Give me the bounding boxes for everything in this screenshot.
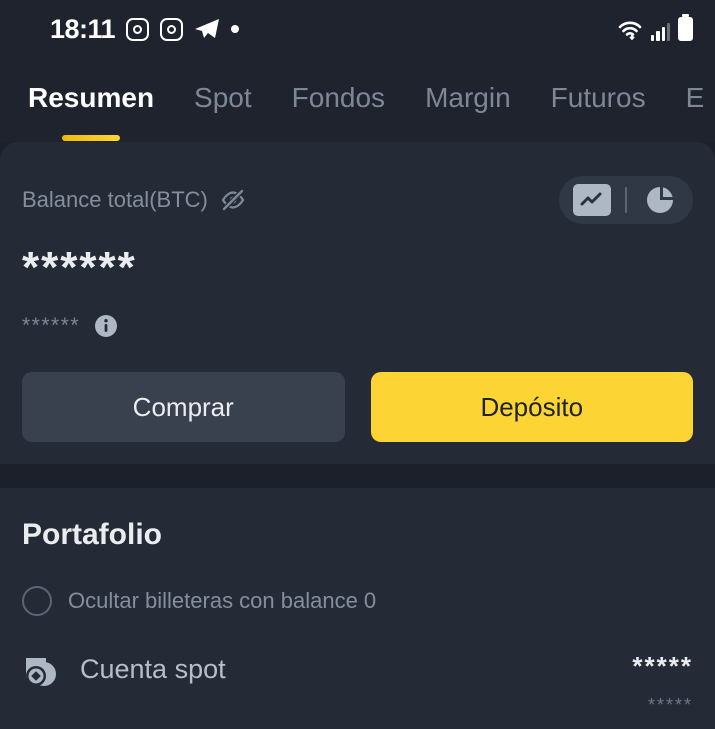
status-bar-clock: 18:11: [50, 13, 116, 44]
account-tab-bar[interactable]: Resumen Spot Fondos Margin Futuros E: [0, 58, 715, 142]
tab-earn-truncated[interactable]: E: [686, 82, 705, 118]
hide-zero-balance-label: Ocultar billeteras con balance 0: [68, 588, 377, 613]
status-bar: 18:11: [0, 0, 715, 58]
hide-zero-balance-checkbox[interactable]: [22, 586, 52, 616]
chart-view-toggle[interactable]: [559, 176, 693, 224]
notification-dot-icon: [231, 25, 240, 33]
hide-zero-balance-row[interactable]: Ocultar billeteras con balance 0: [22, 586, 693, 616]
info-icon[interactable]: [94, 314, 118, 338]
active-tab-indicator: [62, 135, 121, 141]
wallet-value-masked: *****: [632, 651, 693, 681]
total-balance-card: Balance total(BTC) ****** ****** Comprar…: [0, 142, 715, 464]
section-divider: [0, 464, 715, 488]
balance-label: Balance total(BTC): [22, 187, 208, 212]
wallet-value-sub-masked: *****: [647, 694, 693, 715]
portfolio-title: Portafolio: [22, 518, 162, 551]
pie-chart-icon[interactable]: [641, 184, 679, 216]
tab-label: Fondos: [291, 82, 386, 113]
balance-fiat-row: ******: [22, 314, 693, 338]
battery-icon: [678, 14, 693, 41]
tab-resumen[interactable]: Resumen: [28, 82, 155, 141]
eye-off-icon[interactable]: [220, 187, 246, 213]
tab-fondos[interactable]: Fondos: [292, 82, 385, 118]
tab-spot[interactable]: Spot: [194, 82, 252, 118]
tab-futuros[interactable]: Futuros: [551, 82, 646, 118]
wallet-name: Cuenta spot: [80, 654, 226, 684]
tab-label: E: [685, 82, 705, 113]
balance-header-row: Balance total(BTC): [22, 176, 693, 224]
spot-account-icon: [22, 654, 60, 692]
balance-fiat-masked: ******: [22, 314, 81, 337]
line-chart-icon[interactable]: [573, 184, 611, 216]
telegram-icon: [194, 18, 220, 40]
wallet-values: ***** *****: [632, 652, 693, 716]
tab-label: Resumen: [28, 82, 155, 113]
status-bar-right: [617, 14, 693, 41]
instagram-icon: [160, 17, 184, 41]
status-bar-left: 18:11: [50, 13, 240, 45]
tab-label: Futuros: [550, 82, 646, 113]
balance-action-buttons: Comprar Depósito: [22, 372, 693, 442]
wifi-icon: [617, 19, 643, 41]
tab-label: Spot: [194, 82, 252, 113]
instagram-icon: [126, 17, 150, 41]
buy-button[interactable]: Comprar: [22, 372, 345, 442]
portfolio-section: Portafolio Ocultar billeteras con balanc…: [0, 488, 715, 729]
toggle-divider: [625, 187, 627, 213]
deposit-button[interactable]: Depósito: [370, 372, 693, 442]
cellular-signal-icon: [651, 23, 670, 41]
list-item[interactable]: Cuenta spot ***** *****: [22, 652, 693, 716]
tab-margin[interactable]: Margin: [425, 82, 511, 118]
tab-label: Margin: [425, 82, 511, 113]
balance-amount-masked: ******: [22, 243, 137, 292]
